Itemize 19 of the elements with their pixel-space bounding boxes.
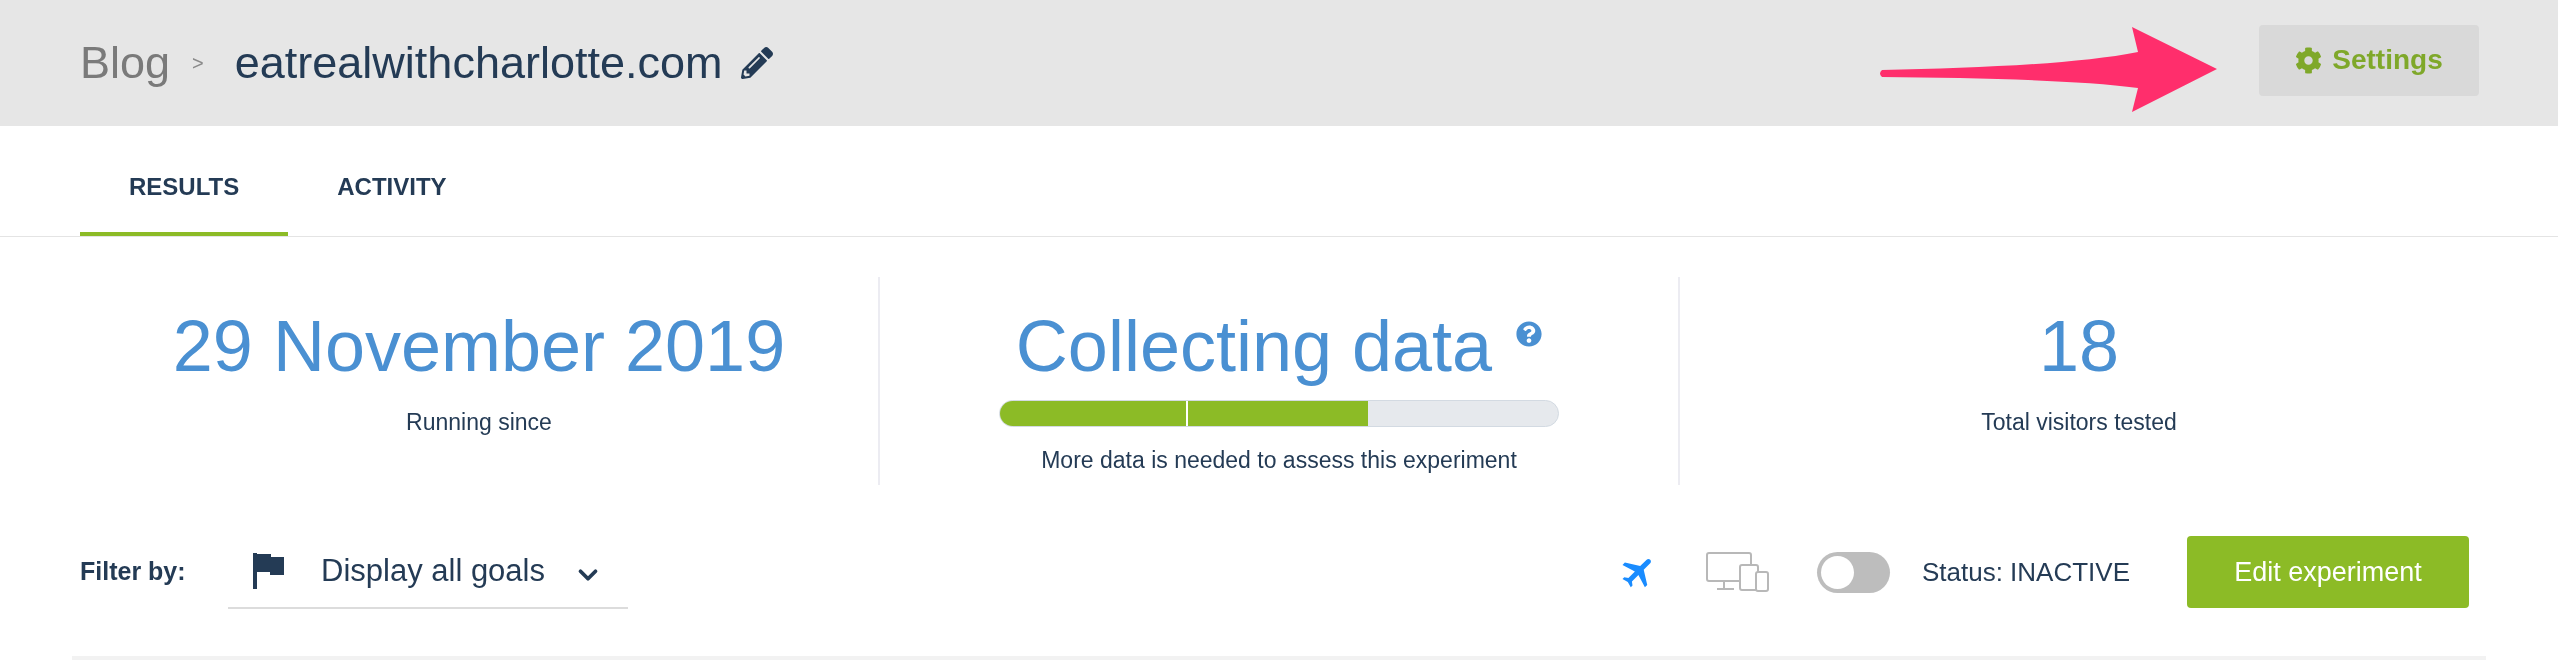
flag-icon bbox=[253, 553, 285, 589]
toggle-switch[interactable] bbox=[1816, 551, 1890, 593]
stat-value: 29 November 2019 bbox=[172, 306, 786, 386]
goal-filter-dropdown[interactable]: Display all goals bbox=[228, 535, 628, 609]
filter-label: Filter by: bbox=[80, 556, 187, 588]
stat-value: Collecting data bbox=[1015, 306, 1493, 386]
stat-label: More data is needed to assess this experiment bbox=[1041, 446, 1517, 475]
devices-icon[interactable] bbox=[1705, 552, 1770, 592]
tab[interactable]: ACTIVITY bbox=[288, 126, 496, 236]
stat-label: Running since bbox=[406, 408, 552, 437]
stat-value: 18 bbox=[2038, 306, 2120, 386]
stat-label: Total visitors tested bbox=[1981, 408, 2177, 437]
status-text: Status: INACTIVE bbox=[1921, 555, 2130, 589]
settings-icon bbox=[2295, 46, 2323, 74]
page-title: eatrealwithcharlotte.com bbox=[234, 36, 723, 90]
pencil-icon[interactable] bbox=[740, 47, 773, 79]
tab[interactable]: RESULTS bbox=[80, 126, 289, 236]
breadcrumb-separator: > bbox=[192, 51, 204, 76]
help-icon[interactable] bbox=[1516, 321, 1543, 347]
